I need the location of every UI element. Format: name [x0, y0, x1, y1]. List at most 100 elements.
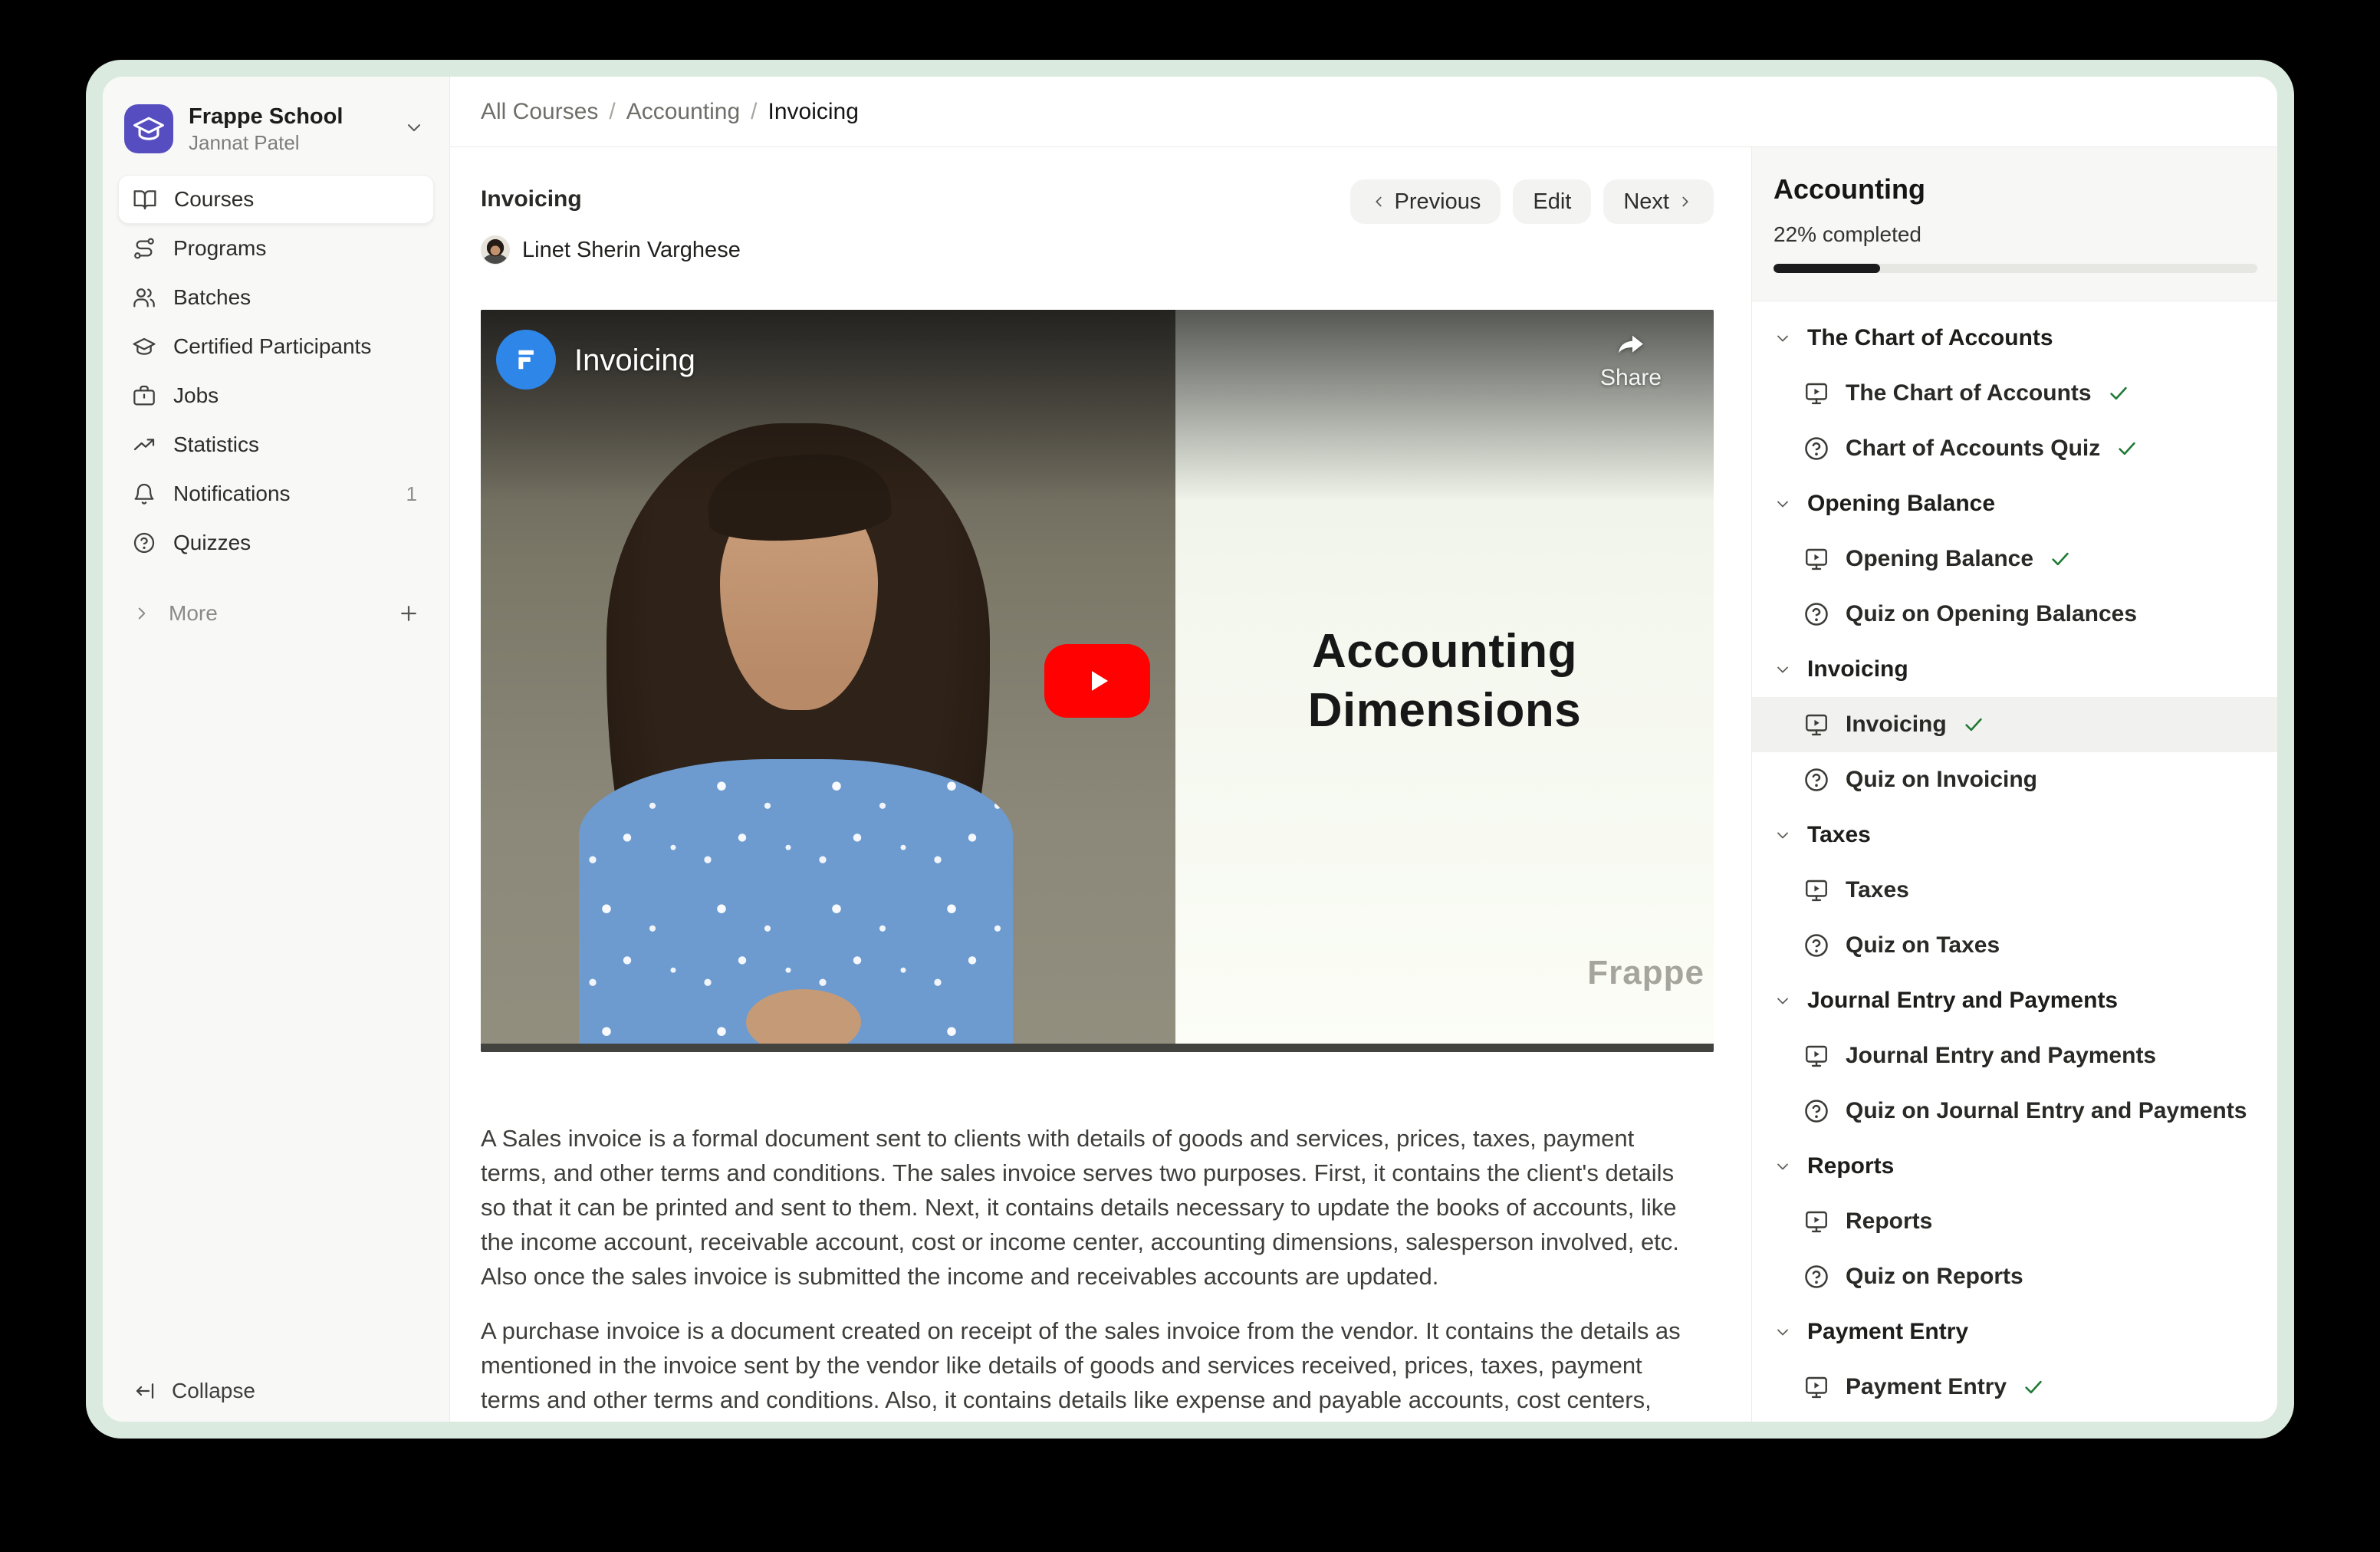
breadcrumb: All Courses / Accounting / Invoicing — [481, 99, 859, 125]
frappe-school-app: Frappe School Jannat Patel Courses Progr… — [103, 77, 2277, 1422]
chevron-right-icon — [132, 603, 152, 623]
chapter-toggle[interactable]: Reports — [1752, 1139, 2277, 1194]
sidebar-item-programs[interactable]: Programs — [118, 224, 434, 273]
sidebar-item-quizzes[interactable]: Quizzes — [118, 518, 434, 567]
school-logo — [124, 104, 173, 153]
monitor-play-icon — [1803, 545, 1830, 573]
chapter-toggle[interactable]: Journal Entry and Payments — [1752, 973, 2277, 1028]
sidebar-more-toggle[interactable]: More — [118, 590, 434, 636]
monitor-play-icon — [1803, 1373, 1830, 1401]
help-circle-icon — [132, 531, 156, 555]
course-progress-fill — [1773, 264, 1880, 273]
slide-title: Accounting Dimensions — [1308, 622, 1581, 740]
course-progress-header: Accounting 22% completed — [1752, 147, 2277, 301]
share-button[interactable]: Share — [1600, 330, 1662, 391]
briefcase-icon — [132, 383, 156, 408]
sidebar-item-jobs[interactable]: Jobs — [118, 371, 434, 420]
check-icon — [2049, 547, 2072, 570]
course-outline-panel: Accounting 22% completed The Chart of Ac… — [1751, 147, 2277, 1422]
video-overlay-title[interactable]: Invoicing — [574, 344, 695, 378]
next-label: Next — [1623, 189, 1669, 215]
sidebar-item-label: Jobs — [173, 383, 219, 408]
book-open-icon — [133, 187, 157, 212]
sidebar-item-notifications[interactable]: Notifications 1 — [118, 469, 434, 518]
sidebar-collapse-button[interactable]: Collapse — [133, 1379, 255, 1403]
collapse-label: Collapse — [172, 1379, 255, 1403]
play-icon — [1076, 659, 1119, 702]
content-column: All Courses / Accounting / Invoicing Inv… — [450, 77, 2277, 1422]
chapter-toggle[interactable]: Taxes — [1752, 807, 2277, 863]
lesson-item[interactable]: Payment Entry — [1752, 1360, 2277, 1415]
check-icon — [2022, 1376, 2045, 1399]
check-icon — [2107, 382, 2130, 405]
breadcrumb-accounting[interactable]: Accounting — [626, 99, 740, 125]
chapter-toggle[interactable]: The Chart of Accounts — [1752, 311, 2277, 366]
sidebar-nav: Courses Programs Batches Certified Parti… — [118, 175, 434, 567]
breadcrumb-all-courses[interactable]: All Courses — [481, 99, 598, 125]
trending-up-icon — [132, 432, 156, 457]
previous-button[interactable]: Previous — [1350, 179, 1501, 224]
chevron-down-icon — [1773, 991, 1792, 1010]
lesson-item[interactable]: Chart of Accounts Quiz — [1752, 421, 2277, 476]
author-name: Linet Sherin Varghese — [522, 238, 741, 263]
progress-label: 22% completed — [1773, 222, 2257, 247]
video-progress-bar[interactable] — [481, 1044, 1714, 1052]
chevron-down-icon — [403, 117, 425, 142]
sidebar-item-label: Courses — [174, 187, 254, 212]
video-watermark: Frappe — [1587, 954, 1704, 992]
add-icon[interactable] — [397, 602, 420, 625]
chapter-toggle[interactable]: Payment Entry — [1752, 1304, 2277, 1360]
lesson-item[interactable]: Opening Balance — [1752, 531, 2277, 587]
edit-button[interactable]: Edit — [1513, 179, 1591, 224]
chevron-left-icon — [1370, 193, 1387, 210]
lesson-item[interactable]: Quiz on Reports — [1752, 1249, 2277, 1304]
lesson-item-active[interactable]: Invoicing — [1752, 697, 2277, 752]
course-outline: The Chart of Accounts The Chart of Accou… — [1752, 301, 2277, 1422]
collapse-sidebar-icon — [133, 1379, 156, 1402]
video-player[interactable]: Accounting Dimensions Invoicing Share — [481, 310, 1714, 1052]
monitor-play-icon — [1803, 711, 1830, 738]
author-avatar — [481, 235, 510, 265]
check-icon — [2115, 437, 2138, 460]
paragraph: A Sales invoice is a formal document sen… — [481, 1121, 1686, 1294]
lesson-author: Linet Sherin Varghese — [481, 233, 741, 267]
share-icon — [1611, 330, 1651, 360]
check-icon — [1962, 713, 1985, 736]
monitor-play-icon — [1803, 380, 1830, 407]
lesson-item[interactable]: Taxes — [1752, 863, 2277, 918]
lesson-item[interactable]: Reports — [1752, 1194, 2277, 1249]
chevron-down-icon — [1773, 1323, 1792, 1341]
more-label: More — [169, 601, 218, 626]
next-button[interactable]: Next — [1603, 179, 1714, 224]
breadcrumb-bar: All Courses / Accounting / Invoicing — [450, 77, 2277, 147]
lesson-item[interactable]: Quiz on Taxes — [1752, 918, 2277, 973]
lesson-item[interactable]: Quiz on Invoicing — [1752, 752, 2277, 807]
sidebar: Frappe School Jannat Patel Courses Progr… — [103, 77, 450, 1422]
sidebar-item-certified-participants[interactable]: Certified Participants — [118, 322, 434, 371]
chevron-right-icon — [1677, 193, 1694, 210]
school-switcher[interactable]: Frappe School Jannat Patel — [118, 100, 434, 175]
edit-label: Edit — [1533, 189, 1571, 215]
lesson-item[interactable]: Quiz on Opening Balances — [1752, 587, 2277, 642]
chevron-down-icon — [1773, 495, 1792, 513]
lesson-item[interactable]: The Chart of Accounts — [1752, 366, 2277, 421]
channel-avatar[interactable] — [496, 330, 556, 390]
sidebar-item-statistics[interactable]: Statistics — [118, 420, 434, 469]
sidebar-item-label: Quizzes — [173, 531, 251, 555]
lesson-main: Invoicing Linet Sherin Varghese Previous — [450, 147, 1751, 1422]
monitor-play-icon — [1803, 876, 1830, 904]
sidebar-item-courses[interactable]: Courses — [118, 175, 434, 224]
quiz-icon — [1803, 600, 1830, 628]
paragraph: A purchase invoice is a document created… — [481, 1314, 1686, 1422]
lesson-item[interactable]: Quiz on Journal Entry and Payments — [1752, 1083, 2277, 1139]
sidebar-item-batches[interactable]: Batches — [118, 273, 434, 322]
quiz-icon — [1803, 766, 1830, 794]
monitor-play-icon — [1803, 1042, 1830, 1070]
lesson-item[interactable]: Journal Entry and Payments — [1752, 1028, 2277, 1083]
play-button[interactable] — [1044, 644, 1150, 718]
chevron-down-icon — [1773, 660, 1792, 679]
chapter-toggle[interactable]: Invoicing — [1752, 642, 2277, 697]
quiz-icon — [1803, 932, 1830, 959]
graduation-cap-icon — [132, 334, 156, 359]
chapter-toggle[interactable]: Opening Balance — [1752, 476, 2277, 531]
